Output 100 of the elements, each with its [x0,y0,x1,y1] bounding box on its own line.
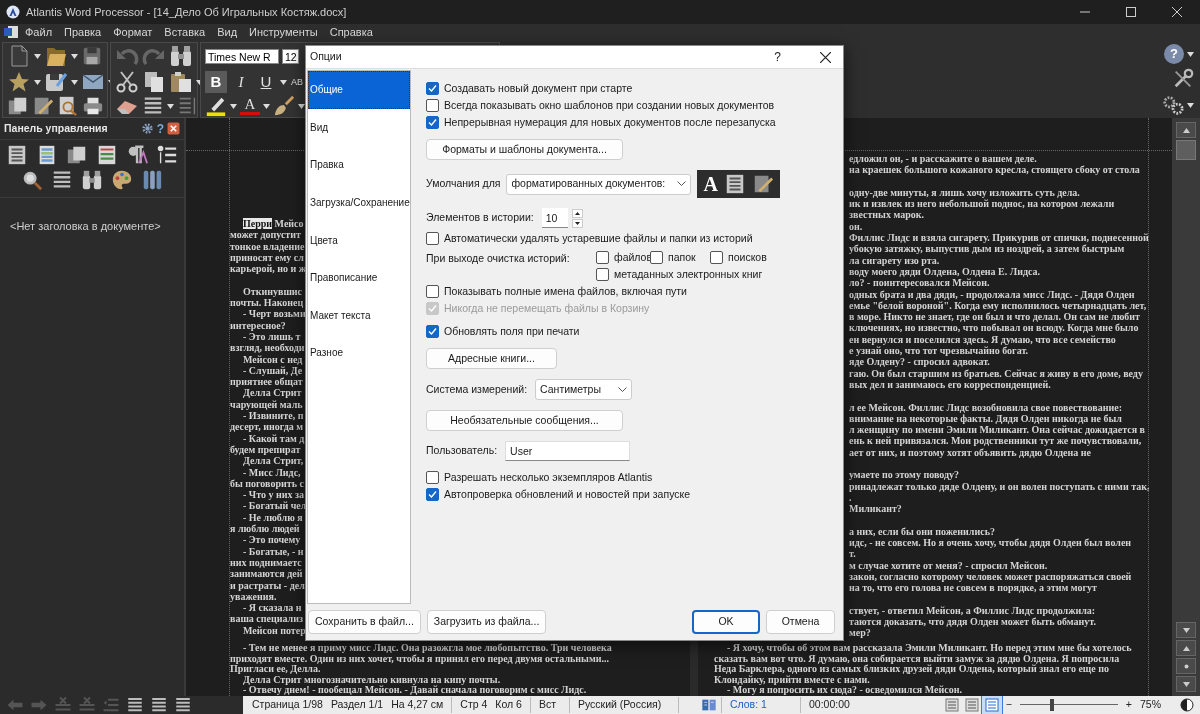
help-button[interactable]: ? [156,119,164,138]
table-icon[interactable] [96,144,118,166]
lines-icon[interactable] [126,696,144,714]
checkbox[interactable] [426,488,439,501]
close-icon[interactable] [167,122,180,135]
underline-button[interactable]: U [255,71,277,93]
caret-icon[interactable] [71,53,78,59]
up-arrow-icon[interactable] [1182,127,1190,133]
checkbox[interactable] [710,251,723,264]
caret-icon[interactable] [1187,51,1194,57]
spin-down-button[interactable] [571,218,583,228]
bold-button[interactable]: B [205,71,227,93]
zoom-slider-thumb[interactable] [1049,699,1054,711]
cancel-button[interactable]: Отмена [766,610,835,634]
gears-icon[interactable] [1162,94,1184,116]
binoculars-icon[interactable] [81,169,103,191]
pages-icon[interactable] [7,95,29,117]
binoculars-icon[interactable] [169,44,193,68]
caret-icon[interactable] [298,103,305,109]
bullet-list-icon[interactable] [156,144,178,166]
dropdown[interactable]: Сантиметры [535,379,633,400]
magnifier-icon[interactable] [21,169,43,191]
help-button[interactable]: ? [774,48,781,66]
zoom-out-button[interactable]: − [1001,697,1016,713]
down-arrow-icon[interactable] [1182,681,1190,687]
strikethrough-button[interactable]: AB [290,71,304,93]
category-item[interactable]: Правка [308,146,410,184]
page-pencil-icon[interactable] [32,95,54,117]
checkbox[interactable] [650,251,663,264]
lines-icon[interactable] [150,696,168,714]
menu-item[interactable]: Инструменты [244,25,323,39]
printer-icon[interactable] [82,95,104,117]
tools-icon[interactable] [1172,68,1194,90]
category-item[interactable]: Макет текста [308,296,410,335]
bookmarks-icon[interactable] [141,169,163,191]
gear-icon[interactable] [140,122,154,135]
menu-item[interactable]: Вид [212,25,243,39]
caret-icon[interactable] [1187,102,1194,108]
category-item[interactable]: Разное [308,334,410,372]
dialog-button[interactable]: Форматы и шаблоны документа... [426,139,623,160]
paragraph-style-icon[interactable] [126,144,148,166]
category-item[interactable]: Правописание [308,258,410,297]
italic-button[interactable]: I [230,71,252,93]
font-name-dropdown[interactable]: Times New R [205,48,279,64]
font-color-button[interactable]: A [240,97,260,115]
palette-icon[interactable] [111,169,133,191]
down-arrow-icon[interactable] [1182,627,1190,633]
dialog-button[interactable]: Адресные книги... [426,348,557,369]
ok-button[interactable]: OK [692,610,760,634]
outline-view[interactable]: <Нет заголовка в документе> [0,198,184,696]
menu-item[interactable]: Файл [20,25,58,39]
caret-icon[interactable] [71,79,78,85]
book-icon[interactable] [700,697,717,713]
menu-item[interactable]: Формат [108,25,158,39]
category-item[interactable]: Вид [308,108,410,147]
page-lines-icon[interactable] [6,144,28,166]
copy-icon[interactable] [142,70,166,94]
caret-icon[interactable] [280,79,287,85]
menu-item[interactable]: Справка [324,25,378,39]
caret-icon[interactable] [230,103,237,109]
lines-icon[interactable] [51,169,73,191]
pages-icon[interactable] [66,144,88,166]
brush-icon[interactable] [273,95,295,117]
checkbox[interactable] [596,268,609,281]
star-icon[interactable] [7,70,31,94]
checkbox[interactable] [426,471,439,484]
highlighter-icon[interactable] [205,95,227,117]
category-item[interactable]: Общие [308,71,410,109]
category-item[interactable]: Загрузка/Сохранение [308,183,410,222]
lines-icon[interactable] [174,696,192,714]
menu-item[interactable]: Вставка [159,25,211,39]
up-arrow-icon[interactable] [1182,645,1190,651]
category-item[interactable]: Цвета [308,221,410,259]
dialog-button[interactable]: Сохранить в файл... [308,610,421,634]
next-page-button[interactable] [1176,676,1196,692]
scroll-thumb[interactable] [1176,140,1196,160]
checkbox[interactable] [426,116,439,129]
dialog-button[interactable]: Необязательные сообщения... [426,410,623,431]
caret-icon[interactable] [34,79,41,85]
scissors-icon[interactable] [115,70,139,94]
input-field[interactable]: User [505,441,631,461]
view-button[interactable] [981,696,1002,714]
scroll-down-button[interactable] [1176,622,1196,638]
menu-item[interactable]: Правка [59,25,107,39]
dialog-button[interactable]: Загрузить из файла... [426,610,547,634]
checkbox[interactable] [426,82,439,95]
browse-button[interactable] [1176,658,1196,674]
caret-icon[interactable] [167,103,174,109]
spin-up-button[interactable] [571,208,583,218]
checkbox[interactable] [426,232,439,245]
floppy-disk-pen-icon[interactable] [44,70,68,94]
page-magnifier-icon[interactable] [57,95,79,117]
caret-icon[interactable] [34,53,41,59]
lines-icon[interactable] [142,95,164,117]
checkbox[interactable] [426,99,439,112]
contrast-icon[interactable] [1180,698,1194,712]
caret-icon[interactable] [263,103,270,109]
font-size-dropdown[interactable]: 12 [282,48,299,64]
font-button[interactable]: A [703,173,718,195]
zoom-in-button[interactable]: + [1121,697,1136,713]
